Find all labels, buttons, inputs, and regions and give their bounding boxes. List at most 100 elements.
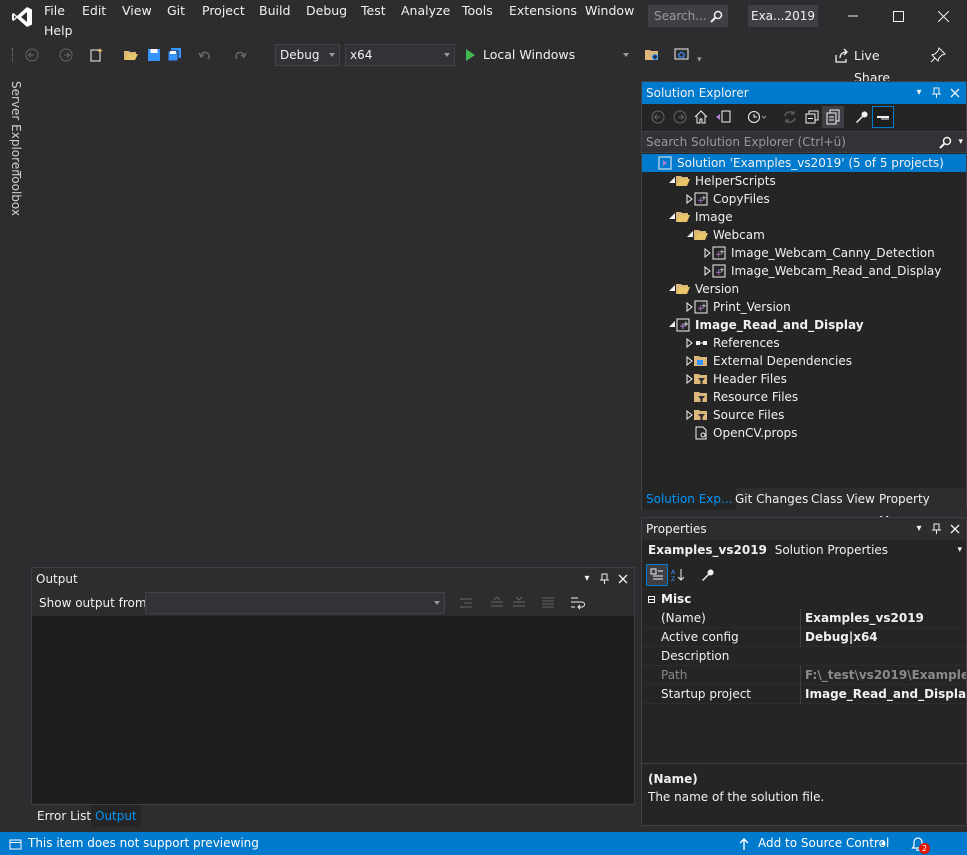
collapsed-arrow-icon[interactable] — [704, 266, 712, 276]
close-icon[interactable] — [616, 568, 630, 590]
search-options-icon[interactable]: ▾ — [958, 132, 963, 152]
property-row[interactable]: (Name) Examples_vs2019 — [642, 609, 966, 628]
sync-icon[interactable] — [782, 109, 798, 125]
menu-test[interactable]: Test — [361, 1, 386, 21]
solution-platform-dropdown[interactable]: x64 — [345, 44, 455, 66]
back-icon[interactable] — [650, 109, 666, 125]
property-category-misc[interactable]: Misc — [642, 590, 966, 609]
collapsed-arrow-icon[interactable] — [686, 338, 694, 348]
switch-views-icon[interactable] — [714, 109, 732, 125]
save-icon[interactable] — [145, 46, 163, 64]
property-value[interactable]: F:\_test\vs2019\Examples_vs — [800, 666, 966, 685]
toggle-word-wrap-icon[interactable] — [569, 595, 587, 611]
tree-item[interactable]: + + CopyFiles — [642, 190, 966, 208]
tab-git-changes[interactable]: Git Changes — [731, 488, 812, 510]
live-share-button[interactable]: Live Share — [832, 45, 912, 85]
show-all-files-icon[interactable] — [822, 106, 844, 128]
menu-tools[interactable]: Tools — [462, 1, 493, 21]
tree-item[interactable]: Solution 'Examples_vs2019' (5 of 5 proje… — [642, 154, 966, 172]
menu-edit[interactable]: Edit — [82, 1, 106, 21]
toolbox-tab[interactable]: Toolbox — [9, 171, 23, 216]
tab-error-list[interactable]: Error List — [33, 805, 95, 827]
tree-item[interactable]: Image — [642, 208, 966, 226]
solution-search-input[interactable]: Search Solution Explorer (Ctrl+ü) ▾ — [642, 131, 966, 153]
output-header[interactable]: Output ▾ — [32, 568, 634, 590]
collapsed-arrow-icon[interactable] — [686, 302, 694, 312]
maximize-button[interactable] — [885, 6, 911, 26]
collapse-all-icon[interactable] — [804, 109, 820, 125]
properties-header[interactable]: Properties ▾ — [642, 518, 966, 540]
feedback-icon[interactable] — [929, 46, 947, 64]
tab-output[interactable]: Output — [91, 805, 141, 827]
new-item-icon[interactable] — [88, 46, 106, 64]
property-row[interactable]: Startup project Image_Read_and_Display — [642, 685, 966, 704]
tab-property-manager[interactable]: Property Ma... — [875, 488, 966, 528]
menu-window[interactable]: Window — [585, 1, 634, 21]
output-text-area[interactable] — [32, 616, 634, 804]
close-window-button[interactable] — [930, 6, 956, 26]
property-value[interactable]: Image_Read_and_Display — [800, 685, 966, 704]
expanded-arrow-icon[interactable] — [668, 284, 676, 292]
next-message-icon[interactable] — [511, 595, 527, 611]
tree-item[interactable]: + + Image_Webcam_Read_and_Display — [642, 262, 966, 280]
start-debugger-button[interactable]: Local Windows Debugger — [462, 44, 634, 84]
tree-item[interactable]: Webcam — [642, 226, 966, 244]
forward-icon[interactable] — [672, 109, 688, 125]
tree-item[interactable]: References — [642, 334, 966, 352]
pending-changes-filter-icon[interactable] — [746, 109, 768, 125]
output-source-dropdown[interactable] — [145, 592, 445, 614]
tree-item[interactable]: Header Files — [642, 370, 966, 388]
window-position-icon[interactable]: ▾ — [580, 568, 594, 590]
property-value[interactable]: Debug|x64 — [800, 628, 966, 647]
pin-icon[interactable] — [598, 568, 612, 590]
tree-item[interactable]: Version — [642, 280, 966, 298]
property-row[interactable]: Description — [642, 647, 966, 666]
server-explorer-tab[interactable]: Server Explorer — [9, 81, 23, 174]
property-row[interactable]: Path F:\_test\vs2019\Examples_vs — [642, 666, 966, 685]
previous-message-icon[interactable] — [489, 595, 505, 611]
window-position-icon[interactable]: ▾ — [912, 82, 926, 104]
home-icon[interactable] — [693, 109, 709, 125]
categorized-icon[interactable] — [646, 564, 668, 586]
search-input[interactable]: Search... — [648, 5, 728, 27]
tab-solution-explorer[interactable]: Solution Exp... — [642, 488, 737, 510]
solution-configuration-dropdown[interactable]: Debug — [275, 44, 340, 66]
tree-item[interactable]: + + Print_Version — [642, 298, 966, 316]
properties-wrench-icon[interactable] — [853, 109, 869, 125]
collapsed-arrow-icon[interactable] — [704, 248, 712, 258]
navigate-back-icon[interactable] — [24, 47, 40, 63]
tree-item[interactable]: Resource Files — [642, 388, 966, 406]
pin-icon[interactable] — [930, 518, 944, 540]
alphabetical-sort-icon[interactable]: AZ — [670, 567, 688, 583]
redo-icon[interactable] — [231, 46, 249, 64]
open-folder-icon[interactable] — [122, 46, 140, 64]
collapsed-arrow-icon[interactable] — [686, 194, 694, 204]
close-icon[interactable] — [948, 82, 962, 104]
close-icon[interactable] — [948, 518, 962, 540]
toolbar-overflow-icon[interactable]: ▾ — [697, 55, 702, 65]
navigate-forward-icon[interactable] — [58, 47, 74, 63]
folder-search-icon[interactable] — [643, 46, 661, 64]
clear-all-icon[interactable] — [540, 595, 556, 611]
collapsed-arrow-icon[interactable] — [686, 374, 694, 384]
menu-analyze[interactable]: Analyze — [401, 1, 450, 21]
preview-selected-items-icon[interactable] — [872, 106, 894, 128]
tree-item[interactable]: + + Image_Webcam_Canny_Detection — [642, 244, 966, 262]
notifications-button[interactable]: 2 — [910, 834, 932, 854]
find-message-in-code-icon[interactable] — [458, 595, 474, 611]
property-value[interactable]: Examples_vs2019 — [800, 609, 966, 628]
tree-item[interactable]: OpenCV.props — [642, 424, 966, 442]
tab-class-view[interactable]: Class View — [807, 488, 879, 510]
properties-object-selector[interactable]: Examples_vs2019 Solution Properties ▾ — [642, 540, 966, 561]
minimize-button[interactable] — [840, 6, 866, 26]
tree-item[interactable]: HelperScripts — [642, 172, 966, 190]
browser-link-icon[interactable] — [673, 46, 691, 64]
menu-git[interactable]: Git — [167, 1, 185, 21]
property-pages-wrench-icon[interactable] — [699, 567, 715, 583]
expanded-arrow-icon[interactable] — [668, 320, 676, 328]
property-row[interactable]: Active config Debug|x64 — [642, 628, 966, 647]
collapsed-arrow-icon[interactable] — [686, 356, 694, 366]
solution-explorer-header[interactable]: Solution Explorer ▾ — [642, 82, 966, 104]
undo-icon[interactable] — [196, 46, 214, 64]
save-all-icon[interactable] — [166, 46, 184, 64]
